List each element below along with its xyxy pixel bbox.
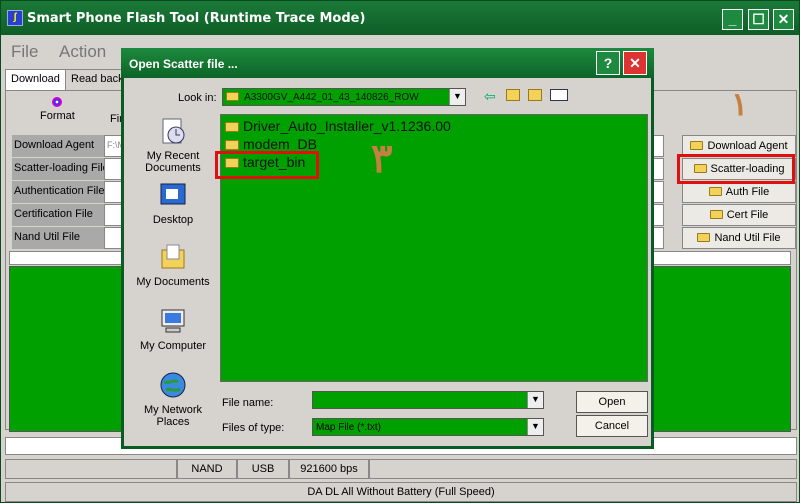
back-icon[interactable]: ⇦ bbox=[484, 88, 496, 105]
highlight-target-bin bbox=[215, 151, 319, 179]
annotation-three: ٣ bbox=[371, 135, 393, 182]
status-cell-rest bbox=[369, 459, 797, 479]
filetype-value: Map File (*.txt) bbox=[316, 422, 382, 433]
dialog-title-bar[interactable]: Open Scatter file ... ? ✕ bbox=[121, 48, 654, 78]
auth-file-button[interactable]: Auth File bbox=[682, 181, 796, 203]
auth-label: Authentication File bbox=[12, 181, 105, 203]
my-computer-icon bbox=[161, 309, 185, 333]
dialog-title: Open Scatter file ... bbox=[129, 57, 238, 71]
lookin-combo[interactable]: A3300GV_A442_01_43_140826_ROW ▼ bbox=[222, 88, 466, 106]
download-agent-label: Download Agent bbox=[12, 135, 104, 157]
annotation-one: ١ bbox=[731, 85, 749, 123]
network-globe-icon bbox=[160, 372, 186, 398]
place-desktop[interactable]: Desktop bbox=[130, 180, 216, 226]
lookin-label: Look in: bbox=[178, 92, 217, 104]
title-bar[interactable]: ʃ Smart Phone Flash Tool (Runtime Trace … bbox=[1, 1, 799, 35]
format-icon bbox=[52, 97, 63, 107]
place-mydocs[interactable]: My Documents bbox=[130, 242, 216, 288]
tab-readback[interactable]: Read back bbox=[65, 69, 130, 91]
folder-icon bbox=[225, 122, 239, 132]
format-label: Format bbox=[40, 110, 75, 122]
place-network-label: My Network Places bbox=[143, 404, 203, 428]
folder-icon bbox=[226, 92, 239, 101]
folder-icon bbox=[697, 233, 711, 242]
cancel-button[interactable]: Cancel bbox=[576, 415, 648, 437]
place-recent-label: My Recent Documents bbox=[145, 150, 201, 174]
chevron-down-icon[interactable]: ▼ bbox=[527, 419, 543, 435]
recent-documents-icon bbox=[162, 118, 185, 144]
filetype-combo[interactable]: Map File (*.txt) ▼ bbox=[312, 418, 544, 436]
place-mycomputer[interactable]: My Computer bbox=[130, 306, 216, 352]
highlight-scatter-button bbox=[677, 154, 795, 184]
status-mode: DA DL All Without Battery (Full Speed) bbox=[5, 482, 797, 502]
window-title: Smart Phone Flash Tool (Runtime Trace Mo… bbox=[27, 11, 366, 26]
auth-button-label: Auth File bbox=[725, 186, 770, 198]
menu-action[interactable]: Action bbox=[59, 42, 106, 62]
cert-button-label: Cert File bbox=[726, 209, 769, 221]
chevron-down-icon[interactable]: ▼ bbox=[449, 89, 465, 105]
cert-file-button[interactable]: Cert File bbox=[682, 204, 796, 226]
menu-file[interactable]: File bbox=[11, 42, 38, 62]
up-folder-icon[interactable] bbox=[506, 89, 520, 101]
open-button[interactable]: Open bbox=[576, 391, 648, 413]
file-item-label: Driver_Auto_Installer_v1.1236.00 bbox=[243, 118, 451, 134]
scatter-label: Scatter-loading File bbox=[12, 158, 109, 180]
filename-combo[interactable]: ▼ bbox=[312, 391, 544, 409]
cert-label: Certification File bbox=[12, 204, 104, 226]
status-usb: USB bbox=[237, 459, 289, 479]
place-desktop-label: Desktop bbox=[152, 214, 194, 226]
folder-icon bbox=[709, 210, 723, 219]
places-bar: My Recent Documents Desktop My Documents… bbox=[130, 112, 216, 442]
place-mydocs-label: My Documents bbox=[136, 276, 210, 288]
place-recent[interactable]: My Recent Documents bbox=[130, 116, 216, 174]
app-icon: ʃ bbox=[7, 10, 23, 26]
new-folder-icon[interactable] bbox=[528, 89, 542, 101]
file-list[interactable]: Driver_Auto_Installer_v1.1236.00 modem_D… bbox=[215, 114, 648, 382]
dialog-help-button[interactable]: ? bbox=[596, 51, 620, 75]
desktop-icon bbox=[160, 183, 186, 205]
file-item-label: modem_DB bbox=[243, 136, 317, 152]
nand-label: Nand Util File bbox=[12, 227, 104, 249]
filename-label: File name: bbox=[222, 397, 274, 409]
status-baud: 921600 bps bbox=[289, 459, 369, 479]
tab-download[interactable]: Download bbox=[5, 69, 66, 91]
status-nand: NAND bbox=[177, 459, 237, 479]
my-documents-icon bbox=[161, 244, 185, 269]
status-cell-empty bbox=[5, 459, 177, 479]
dialog-close-button[interactable]: ✕ bbox=[623, 51, 647, 75]
filetype-label: Files of type: bbox=[222, 422, 285, 434]
minimize-button[interactable]: _ bbox=[722, 9, 743, 30]
status-bar: NAND USB 921600 bps bbox=[5, 459, 797, 479]
folder-icon bbox=[690, 141, 704, 150]
nand-util-button[interactable]: Nand Util File bbox=[682, 227, 796, 249]
close-button[interactable]: ✕ bbox=[773, 9, 794, 30]
file-item[interactable]: Driver_Auto_Installer_v1.1236.00 bbox=[225, 118, 451, 134]
filename-value bbox=[313, 393, 316, 404]
download-agent-button-label: Download Agent bbox=[707, 140, 788, 152]
format-tool[interactable]: Format bbox=[40, 97, 75, 122]
chevron-down-icon[interactable]: ▼ bbox=[527, 392, 543, 408]
place-network[interactable]: My Network Places bbox=[130, 370, 216, 428]
open-scatter-dialog: Open Scatter file ... ? ✕ Look in: A3300… bbox=[121, 48, 654, 449]
place-mycomputer-label: My Computer bbox=[139, 340, 207, 352]
maximize-button[interactable]: ☐ bbox=[748, 9, 769, 30]
file-item[interactable]: modem_DB bbox=[225, 136, 317, 152]
lookin-value: A3300GV_A442_01_43_140826_ROW bbox=[244, 92, 419, 103]
folder-icon bbox=[225, 140, 239, 150]
view-menu-icon[interactable] bbox=[550, 89, 568, 101]
folder-icon bbox=[708, 187, 722, 196]
nand-button-label: Nand Util File bbox=[714, 232, 781, 244]
